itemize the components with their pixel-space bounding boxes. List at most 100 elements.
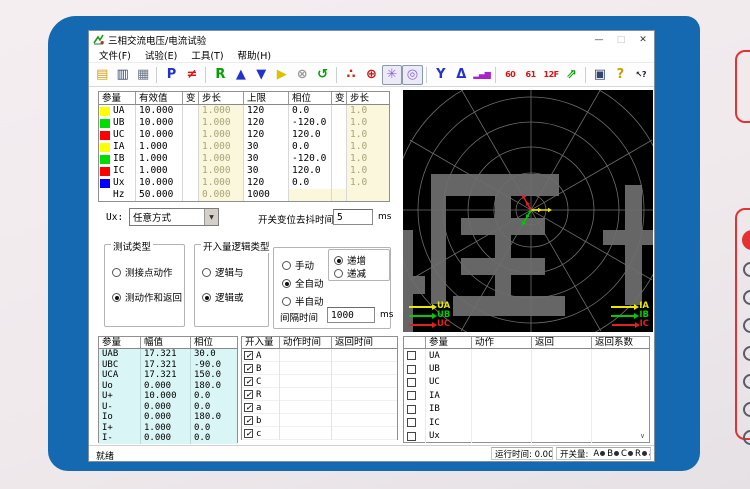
menu-help[interactable]: 帮助(H) xyxy=(231,48,279,62)
start-button[interactable]: ▶ xyxy=(272,65,292,85)
input-channel-row[interactable]: b xyxy=(242,414,397,427)
checkbox-icon[interactable] xyxy=(407,391,416,400)
harmonic-button[interactable]: ▂▄▆ xyxy=(472,65,492,85)
radio-decrement[interactable]: 递减 xyxy=(334,266,366,280)
interval-input[interactable]: 1000 xyxy=(327,307,375,323)
limit-cell[interactable]: 30 xyxy=(244,153,289,165)
action-row[interactable]: Ux xyxy=(404,429,649,442)
print-button[interactable]: ▦ xyxy=(133,65,153,85)
menu-file[interactable]: 文件(F) xyxy=(92,48,138,62)
radio-contact-action[interactable]: 测接点动作 xyxy=(112,265,173,279)
vary-cell[interactable] xyxy=(183,153,199,165)
phase-cell[interactable]: 120.0 xyxy=(289,129,332,141)
limit-cell[interactable]: 120 xyxy=(244,117,289,129)
radio-semi-auto[interactable]: 半自动 xyxy=(282,294,324,308)
limit-cell[interactable]: 1000 xyxy=(244,189,289,201)
input-channel-row[interactable]: R xyxy=(242,388,397,401)
snowflake-button[interactable]: ✳ xyxy=(382,65,402,85)
action-row[interactable]: IA xyxy=(404,389,649,402)
limit-cell[interactable]: 120 xyxy=(244,129,289,141)
radio-action-and-return[interactable]: 测动作和返回 xyxy=(112,290,182,304)
phase-cell[interactable] xyxy=(289,189,332,201)
chevron-down-icon[interactable]: ▼ xyxy=(204,209,218,225)
value-cell[interactable]: 10.000 xyxy=(136,117,183,129)
value-cell[interactable]: 1.000 xyxy=(136,153,183,165)
parameter-row[interactable]: IB 1.000 1.000 30 -120.0 1.0 xyxy=(99,153,389,165)
checkbox-icon[interactable] xyxy=(407,405,416,414)
action-row[interactable]: UB xyxy=(404,362,649,375)
parameter-row[interactable]: IA 1.000 1.000 30 0.0 1.0 xyxy=(99,141,389,153)
minimize-icon[interactable]: — xyxy=(588,32,610,48)
phase-diff-button[interactable]: ≠ xyxy=(182,65,202,85)
vary-cell[interactable] xyxy=(183,165,199,177)
checkbox-icon[interactable] xyxy=(407,378,416,387)
menu-tools[interactable]: 工具(T) xyxy=(184,48,230,62)
limit-cell[interactable]: 30 xyxy=(244,165,289,177)
scroll-down-icon[interactable]: ∨ xyxy=(637,431,648,441)
phase-cell[interactable]: 0.0 xyxy=(289,105,332,117)
maximize-icon[interactable]: □ xyxy=(610,32,632,48)
r-reset-button[interactable]: R xyxy=(210,65,230,85)
checkbox-icon[interactable] xyxy=(407,432,416,441)
checkbox-icon[interactable] xyxy=(244,390,253,399)
vary2-cell[interactable] xyxy=(332,153,347,165)
parameter-row[interactable]: Ux 10.000 1.000 120 0.0 1.0 xyxy=(99,177,389,189)
action-row[interactable]: UA xyxy=(404,349,649,362)
input-channel-row[interactable]: a xyxy=(242,401,397,414)
input-channel-row[interactable]: B xyxy=(242,362,397,375)
vary2-cell[interactable] xyxy=(332,141,347,153)
vary2-cell[interactable] xyxy=(332,189,347,201)
freq-61-button[interactable]: 61 xyxy=(520,65,540,85)
context-help-button[interactable]: ↖? xyxy=(631,65,651,85)
debounce-input[interactable]: 5 xyxy=(333,209,373,225)
title-bar[interactable]: 三相交流电压/电流试验 — □ ✕ xyxy=(89,31,654,48)
action-row[interactable]: IC xyxy=(404,416,649,429)
raise-button[interactable]: ▲ xyxy=(231,65,251,85)
y-connection-button[interactable]: Y xyxy=(431,65,451,85)
vary-cell[interactable] xyxy=(183,141,199,153)
input-channel-row[interactable]: C xyxy=(242,375,397,388)
about-button[interactable]: ? xyxy=(610,65,630,85)
value-cell[interactable]: 50.000 xyxy=(136,189,183,201)
lower-button[interactable]: ▼ xyxy=(251,65,271,85)
phasor-view-button[interactable]: ∴ xyxy=(341,65,361,85)
ux-mode-select[interactable]: 任意方式 ▼ xyxy=(129,208,219,226)
output-button[interactable]: ⇗ xyxy=(561,65,581,85)
checkbox-icon[interactable] xyxy=(244,364,253,373)
action-row[interactable]: UC xyxy=(404,376,649,389)
checkbox-icon[interactable] xyxy=(244,377,253,386)
limit-cell[interactable]: 120 xyxy=(244,177,289,189)
zoom-button[interactable]: ⊕ xyxy=(361,65,381,85)
phase-cell[interactable]: -120.0 xyxy=(289,117,332,129)
save-button[interactable]: ▥ xyxy=(112,65,132,85)
phase-cell[interactable]: 120.0 xyxy=(289,165,332,177)
vary2-cell[interactable] xyxy=(332,105,347,117)
checkbox-icon[interactable] xyxy=(244,403,253,412)
checkbox-icon[interactable] xyxy=(244,351,253,360)
radio-increment[interactable]: 递增 xyxy=(334,253,366,267)
value-cell[interactable]: 1.000 xyxy=(136,141,183,153)
limit-cell[interactable]: 30 xyxy=(244,141,289,153)
vary-cell[interactable] xyxy=(183,189,199,201)
vary2-cell[interactable] xyxy=(332,165,347,177)
vary-cell[interactable] xyxy=(183,129,199,141)
vary-cell[interactable] xyxy=(183,177,199,189)
checkbox-icon[interactable] xyxy=(407,418,416,427)
vary2-cell[interactable] xyxy=(332,117,347,129)
limit-cell[interactable]: 120 xyxy=(244,105,289,117)
radio-logic-or[interactable]: 逻辑或 xyxy=(202,290,244,304)
delta-connection-button[interactable]: Δ xyxy=(451,65,471,85)
radio-logic-and[interactable]: 逻辑与 xyxy=(202,265,244,279)
value-cell[interactable]: 10.000 xyxy=(136,177,183,189)
vary2-cell[interactable] xyxy=(332,177,347,189)
checkbox-icon[interactable] xyxy=(244,416,253,425)
parameter-row[interactable]: UC 10.000 1.000 120 120.0 1.0 xyxy=(99,129,389,141)
value-cell[interactable]: 10.000 xyxy=(136,105,183,117)
freq-60-button[interactable]: 60 xyxy=(500,65,520,85)
checkbox-icon[interactable] xyxy=(407,351,416,360)
checkbox-icon[interactable] xyxy=(407,365,416,374)
checkbox-icon[interactable] xyxy=(244,429,253,438)
parameter-row[interactable]: UA 10.000 1.000 120 0.0 1.0 xyxy=(99,105,389,117)
vary-cell[interactable] xyxy=(183,105,199,117)
open-button[interactable]: ▤ xyxy=(92,65,112,85)
